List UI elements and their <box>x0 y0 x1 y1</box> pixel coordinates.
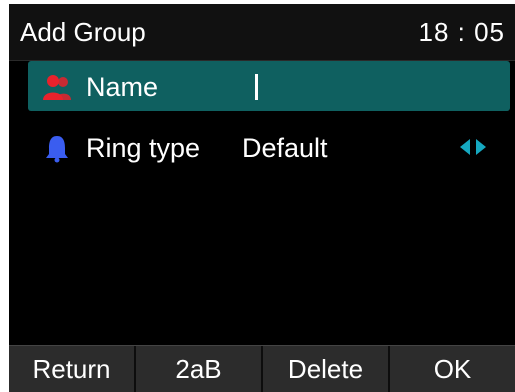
ring-type-value: Default <box>242 133 328 163</box>
softkey-bar: Return 2aB Delete OK <box>9 345 515 392</box>
screen: Add Group 18 : 05 Name Ring type Default <box>9 4 515 392</box>
contacts-icon <box>43 75 71 100</box>
name-field-row[interactable]: Name <box>28 61 510 111</box>
arrow-left-icon[interactable] <box>460 139 470 155</box>
ring-type-label: Ring type <box>86 133 201 163</box>
ok-softkey[interactable]: OK <box>390 346 515 392</box>
text-cursor <box>255 74 258 100</box>
input-mode-softkey[interactable]: 2aB <box>136 346 263 392</box>
title-bar: Add Group 18 : 05 <box>9 4 515 61</box>
arrow-right-icon[interactable] <box>476 139 486 155</box>
bell-icon <box>46 136 68 163</box>
name-label: Name <box>86 72 159 102</box>
return-softkey[interactable]: Return <box>9 346 136 392</box>
page-title: Add Group <box>20 17 146 47</box>
clock: 18 : 05 <box>418 17 505 47</box>
delete-softkey[interactable]: Delete <box>263 346 390 392</box>
ring-type-row[interactable]: Ring type Default <box>28 122 510 172</box>
phone-display: Add Group 18 : 05 Name Ring type Default <box>0 0 515 392</box>
